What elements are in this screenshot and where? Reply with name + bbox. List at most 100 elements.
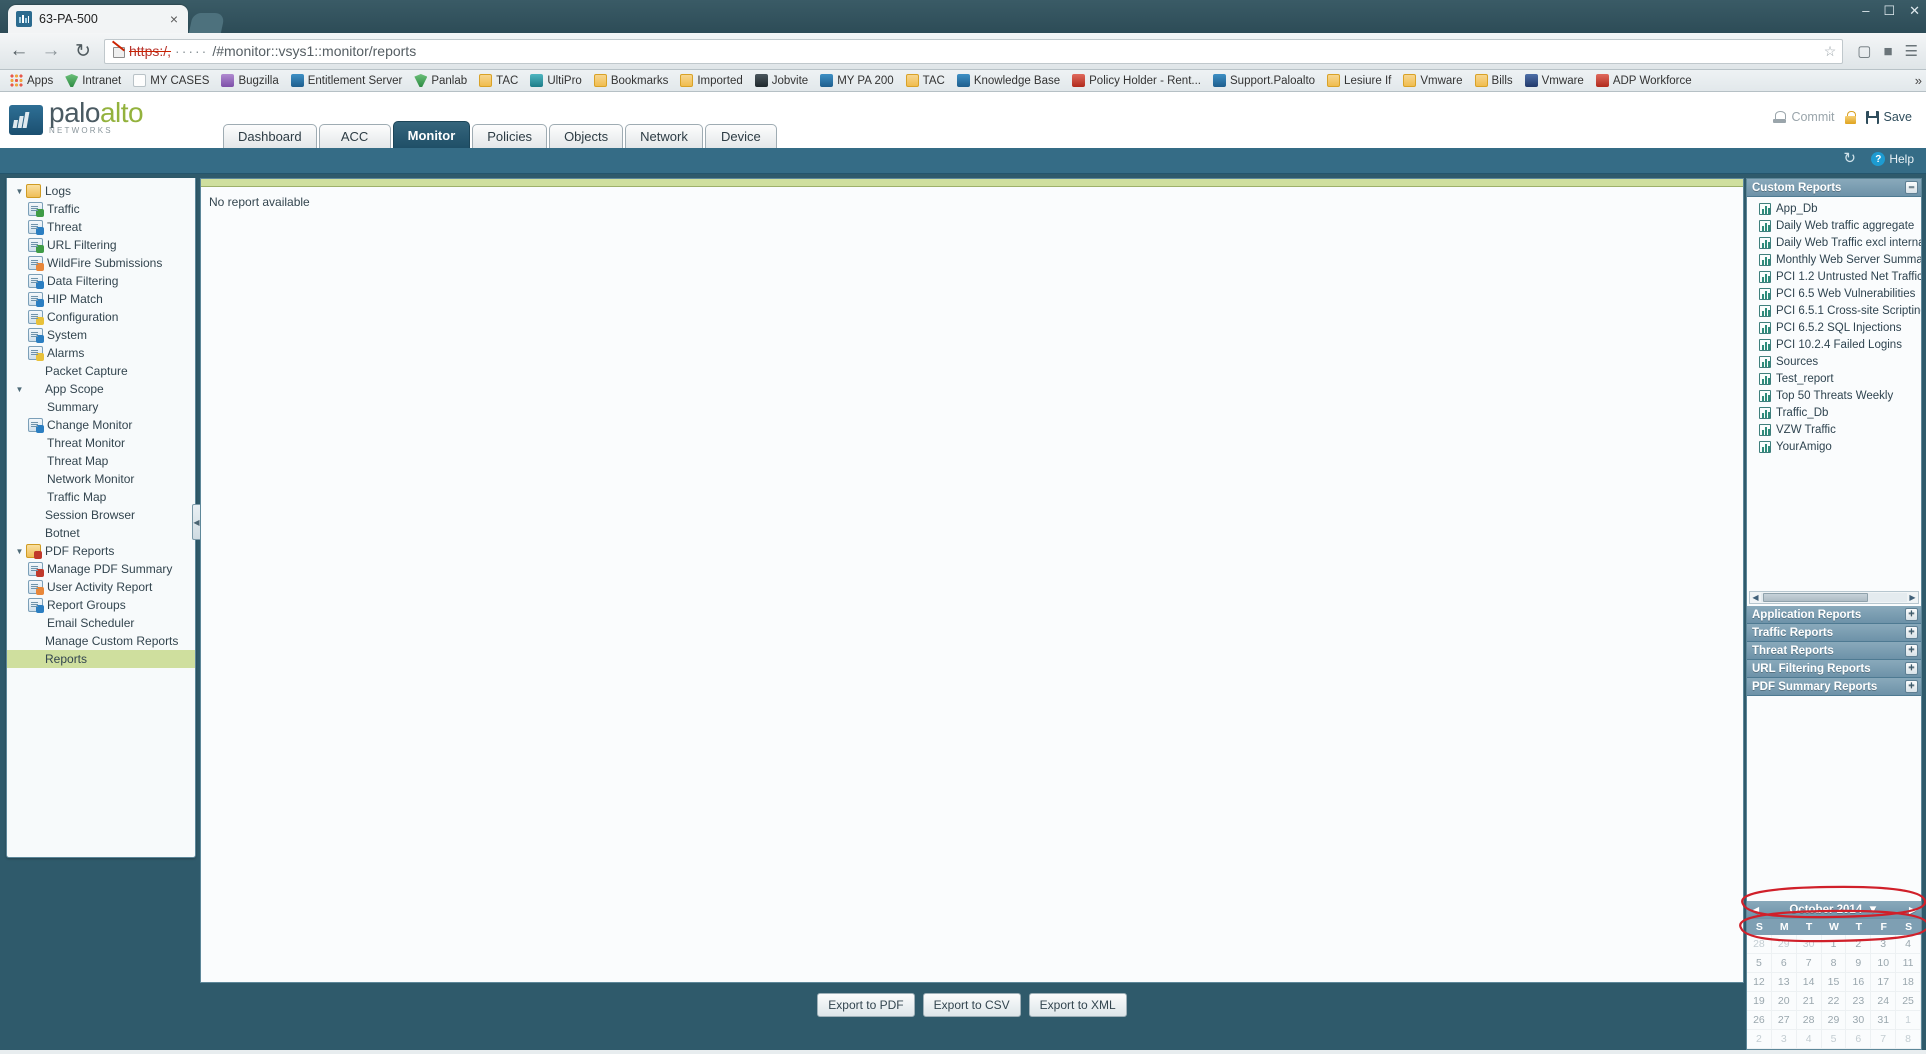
calendar-next-icon[interactable]: ▶ [1909,905,1916,916]
report-group-threat-reports[interactable]: Threat Reports + [1747,642,1921,660]
maximize-icon[interactable]: ☐ [1883,4,1895,17]
calendar-day-cell[interactable]: 22 [1821,992,1847,1011]
custom-report-item[interactable]: Test_report [1747,370,1921,387]
calendar-day-cell[interactable]: 18 [1896,973,1921,992]
scrollbar-track[interactable] [1761,593,1907,602]
custom-report-item[interactable]: PCI 1.2 Untrusted Net Traffic [1747,268,1921,285]
bookmark-tac[interactable]: TAC [900,73,951,88]
sidebar-item-threat[interactable]: Threat [7,218,195,236]
sidebar-item-wildfire-submissions[interactable]: WildFire Submissions [7,254,195,272]
report-group-expand-button[interactable]: + [1905,662,1918,675]
sidebar-item-threat-monitor[interactable]: Threat Monitor [7,434,195,452]
calendar-day-cell[interactable]: 23 [1846,992,1872,1011]
scroll-right-icon[interactable]: ▶ [1907,593,1918,602]
sidebar-item-email-scheduler[interactable]: Email Scheduler [7,614,195,632]
calendar-day-cell[interactable]: 10 [1871,954,1897,973]
calendar-day-cell[interactable]: 1 [1821,935,1847,954]
bookmark-intranet[interactable]: Intranet [59,73,127,88]
calendar-day-cell[interactable]: 12 [1747,973,1772,992]
bookmark-policy-holder-rent[interactable]: Policy Holder - Rent... [1066,73,1207,88]
custom-report-item[interactable]: Daily Web traffic aggregate [1747,217,1921,234]
calendar-day-cell[interactable]: 4 [1896,935,1921,954]
browser-tab[interactable]: 63-PA-500 × [8,5,188,33]
custom-report-item[interactable]: Traffic_Db [1747,404,1921,421]
custom-report-item[interactable]: PCI 6.5.2 SQL Injections [1747,319,1921,336]
export-xml-button[interactable]: Export to XML [1028,993,1127,1017]
commit-button[interactable]: Commit [1773,110,1835,124]
tab-policies[interactable]: Policies [472,124,548,148]
new-tab-button[interactable] [188,13,226,33]
calendar-day-cell[interactable]: 31 [1871,1011,1897,1030]
calendar-day-cell[interactable]: 13 [1771,973,1797,992]
tab-device[interactable]: Device [704,124,777,148]
sidebar-item-manage-custom-reports[interactable]: Manage Custom Reports [7,632,195,650]
calendar-day-cell[interactable]: 5 [1821,1030,1847,1049]
bookmark-jobvite[interactable]: Jobvite [749,73,814,88]
calendar-day-cell[interactable]: 30 [1796,935,1822,954]
sidebar-item-system[interactable]: System [7,326,195,344]
expand-collapse-icon[interactable]: ▼ [13,547,26,556]
bookmark-tac[interactable]: TAC [473,73,524,88]
bookmark-bookmarks[interactable]: Bookmarks [588,73,675,88]
calendar-day-cell[interactable]: 24 [1871,992,1897,1011]
custom-report-item[interactable]: Sources [1747,353,1921,370]
calendar-day-cell[interactable]: 3 [1771,1030,1797,1049]
custom-report-item[interactable]: PCI 6.5 Web Vulnerabilities [1747,285,1921,302]
calendar-day-cell[interactable]: 15 [1821,973,1847,992]
sidebar-item-configuration[interactable]: Configuration [7,308,195,326]
bookmark-my-cases[interactable]: MY CASES [127,73,215,88]
custom-report-item[interactable]: Monthly Web Server Summar [1747,251,1921,268]
sidebar-item-alarms[interactable]: Alarms [7,344,195,362]
sidebar-item-session-browser[interactable]: Session Browser [7,506,195,524]
calendar-day-cell[interactable]: 6 [1846,1030,1872,1049]
bookmark-entitlement-server[interactable]: Entitlement Server [285,73,409,88]
sidebar-item-url-filtering[interactable]: URL Filtering [7,236,195,254]
calendar-day-cell[interactable]: 30 [1846,1011,1872,1030]
scrollbar-thumb[interactable] [1763,593,1869,602]
bookmark-lesiure-if[interactable]: Lesiure If [1321,73,1397,88]
calendar-day-cell[interactable]: 19 [1747,992,1772,1011]
export-pdf-button[interactable]: Export to PDF [817,993,915,1017]
sidebar-item-traffic[interactable]: Traffic [7,200,195,218]
custom-report-item[interactable]: YourAmigo [1747,438,1921,455]
custom-reports-hscrollbar[interactable]: ◀ ▶ [1749,591,1919,604]
calendar-day-cell[interactable]: 1 [1896,1011,1921,1030]
config-lock-icon[interactable] [1844,110,1856,124]
cast-icon[interactable]: ▢ [1857,42,1871,60]
sidebar-item-summary[interactable]: Summary [7,398,195,416]
calendar-day-cell[interactable]: 8 [1821,954,1847,973]
bookmark-vmware[interactable]: Vmware [1519,73,1590,88]
calendar-day-cell[interactable]: 20 [1771,992,1797,1011]
bookmark-adp-workforce[interactable]: ADP Workforce [1590,73,1698,88]
calendar-day-cell[interactable]: 9 [1846,954,1872,973]
report-group-application-reports[interactable]: Application Reports + [1747,606,1921,624]
tab-monitor[interactable]: Monitor [392,121,471,148]
sidebar-item-manage-pdf-summary[interactable]: Manage PDF Summary [7,560,195,578]
calendar-day-cell[interactable]: 3 [1871,935,1897,954]
bookmark-support-paloalto[interactable]: Support.Paloalto [1207,73,1321,88]
sidebar-item-packet-capture[interactable]: Packet Capture [7,362,195,380]
bookmark-bugzilla[interactable]: Bugzilla [215,73,284,88]
report-group-expand-button[interactable]: + [1905,626,1918,639]
calendar-day-cell[interactable]: 14 [1796,973,1822,992]
sidebar-item-botnet[interactable]: Botnet [7,524,195,542]
bookmarks-overflow-icon[interactable]: » [1915,73,1922,88]
custom-report-item[interactable]: PCI 6.5.1 Cross-site Scripting [1747,302,1921,319]
calendar-day-cell[interactable]: 25 [1896,992,1921,1011]
bookmark-bills[interactable]: Bills [1469,73,1519,88]
sidebar-item-change-monitor[interactable]: Change Monitor [7,416,195,434]
report-group-expand-button[interactable]: + [1905,680,1918,693]
address-bar[interactable]: https:/, ····· /#monitor::vsys1::monitor… [104,38,1844,64]
custom-report-item[interactable]: VZW Traffic [1747,421,1921,438]
sidebar-item-reports[interactable]: Reports [7,650,195,668]
calendar-day-cell[interactable]: 2 [1747,1030,1772,1049]
help-link[interactable]: ? Help [1871,152,1914,166]
sidebar-item-hip-match[interactable]: HIP Match [7,290,195,308]
calendar-day-cell[interactable]: 28 [1747,935,1772,954]
expand-collapse-icon[interactable]: ▼ [13,187,26,196]
custom-report-item[interactable]: Top 50 Threats Weekly [1747,387,1921,404]
calendar-day-cell[interactable]: 6 [1771,954,1797,973]
refresh-icon[interactable]: ↻ [1843,151,1859,167]
bookmark-apps[interactable]: Apps [4,73,59,88]
calendar-day-cell[interactable]: 28 [1796,1011,1822,1030]
